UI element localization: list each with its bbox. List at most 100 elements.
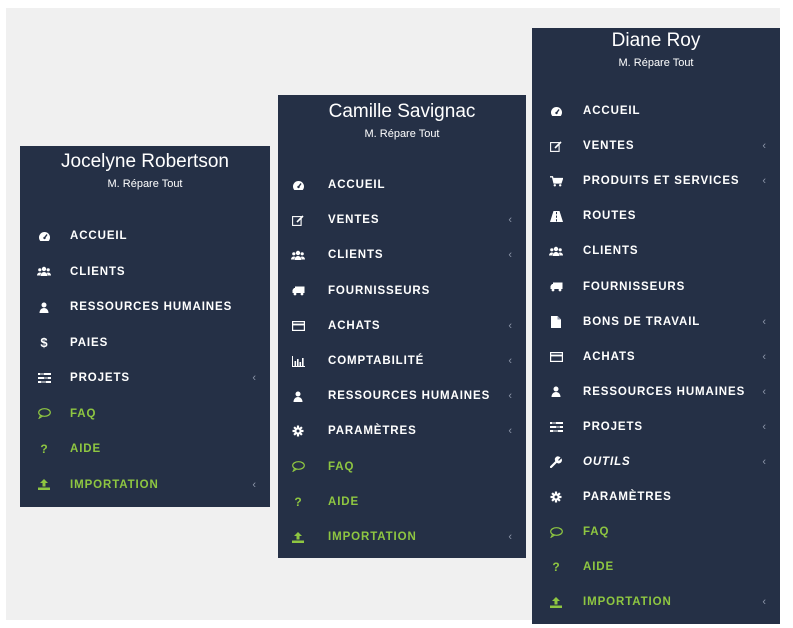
chevron-left-icon: ‹ <box>762 350 766 363</box>
sidebar-item-label: CLIENTS <box>70 265 126 278</box>
user-icon <box>290 389 306 403</box>
sidebar-item-label: FOURNISSEURS <box>583 280 686 293</box>
sidebar-item-ressources-humaines[interactable]: RESSOURCES HUMAINES ‹ <box>532 382 780 402</box>
sidebar-item-label: VENTES <box>583 140 635 153</box>
sidebar-item-label: FAQ <box>70 407 97 420</box>
sidebar-item-label: PROJETS <box>583 420 643 433</box>
sidebar-item-projets[interactable]: PROJETS ‹ <box>532 417 780 437</box>
sidebar-item-fournisseurs[interactable]: FOURNISSEURS <box>278 281 526 301</box>
sidebar-item-label: ROUTES <box>583 210 637 223</box>
tasks-icon <box>548 420 564 434</box>
user-name: Diane Roy <box>611 30 701 51</box>
sidebar-item-label: ACHATS <box>328 319 381 332</box>
gear-icon <box>290 424 306 438</box>
chevron-left-icon: ‹ <box>508 319 512 332</box>
sidebar-item-label: FAQ <box>328 460 355 473</box>
user-icon <box>36 300 52 314</box>
sidebar-item-fournisseurs[interactable]: FOURNISSEURS <box>532 277 780 297</box>
users-icon <box>36 265 52 279</box>
chevron-left-icon: ‹ <box>508 249 512 262</box>
sidebar-item-label: CLIENTS <box>583 245 639 258</box>
sidebar-item-ventes[interactable]: VENTES ‹ <box>278 210 526 230</box>
sidebar-item-clients[interactable]: CLIENTS ‹ <box>278 245 526 265</box>
question-icon: ? <box>552 560 560 575</box>
edit-icon <box>548 139 564 153</box>
question-icon: ? <box>40 442 48 456</box>
chevron-left-icon: ‹ <box>762 175 766 188</box>
comment-icon <box>36 407 52 421</box>
question-icon: ? <box>294 494 302 509</box>
sidebar-item-label: IMPORTATION <box>70 478 159 491</box>
credit-card-icon <box>290 319 306 333</box>
sidebar-item-ressources-humaines[interactable]: RESSOURCES HUMAINES <box>20 297 270 317</box>
sidebar-item-comptabilité[interactable]: COMPTABILITÉ ‹ <box>278 351 526 371</box>
sidebar-item-clients[interactable]: CLIENTS <box>532 241 780 261</box>
truck-icon <box>548 280 564 294</box>
sidebar-item-importation[interactable]: IMPORTATION ‹ <box>278 527 526 547</box>
sidebar-header: Camille Savignac M. Répare Tout <box>278 95 526 142</box>
tasks-icon <box>36 371 52 385</box>
sidebar-item-ventes[interactable]: VENTES ‹ <box>532 136 780 156</box>
file-icon <box>548 315 564 329</box>
sidebar-panel-1: Jocelyne Robertson M. Répare Tout ACCUEI… <box>20 146 270 507</box>
bar-chart-icon <box>290 354 306 368</box>
comment-icon <box>290 460 306 474</box>
sidebar-item-label: ACCUEIL <box>70 230 128 242</box>
road-icon <box>548 209 564 223</box>
sidebar-item-label: RESSOURCES HUMAINES <box>70 301 233 313</box>
sidebar-item-faq[interactable]: FAQ <box>278 457 526 477</box>
company-name: M. Répare Tout <box>107 178 183 190</box>
sidebar-item-accueil[interactable]: ACCUEIL <box>532 101 780 121</box>
sidebar-item-label: PRODUITS ET SERVICES <box>583 175 740 188</box>
sidebar-item-bons-de-travail[interactable]: BONS DE TRAVAIL ‹ <box>532 312 780 332</box>
sidebar-item-routes[interactable]: ROUTES <box>532 206 780 226</box>
sidebar-item-accueil[interactable]: ACCUEIL <box>278 175 526 195</box>
chevron-left-icon: ‹ <box>762 420 766 433</box>
sidebar-item-label: PARAMÈTRES <box>328 425 417 438</box>
sidebar-item-paramètres[interactable]: PARAMÈTRES ‹ <box>278 421 526 441</box>
cart-icon <box>548 174 564 188</box>
chevron-left-icon: ‹ <box>762 596 766 609</box>
sidebar-item-achats[interactable]: ACHATS ‹ <box>532 347 780 367</box>
sidebar-item-label: FOURNISSEURS <box>328 284 431 297</box>
sidebar-item-importation[interactable]: IMPORTATION ‹ <box>532 592 780 612</box>
sidebar-item-label: FAQ <box>583 526 610 539</box>
sidebar-item-faq[interactable]: FAQ <box>20 404 270 424</box>
sidebar-item-paies[interactable]: $ PAIES <box>20 333 270 353</box>
dashboard-icon <box>36 229 52 243</box>
sidebar-item-importation[interactable]: IMPORTATION ‹ <box>20 475 270 495</box>
sidebar-item-label: PAIES <box>70 336 109 349</box>
sidebar-item-label: AIDE <box>70 443 102 455</box>
credit-card-icon <box>548 350 564 364</box>
sidebar-item-aide[interactable]: ? AIDE <box>278 492 526 512</box>
sidebar-item-label: VENTES <box>328 214 380 227</box>
dollar-icon: $ <box>40 335 48 350</box>
sidebar-item-outils[interactable]: OUTILS ‹ <box>532 452 780 472</box>
sidebar-item-aide[interactable]: ? AIDE <box>20 439 270 459</box>
user-name: Jocelyne Robertson <box>61 151 229 172</box>
sidebar-item-faq[interactable]: FAQ <box>532 522 780 542</box>
chevron-left-icon: ‹ <box>762 315 766 328</box>
sidebar-item-label: ACHATS <box>583 350 636 363</box>
edit-icon <box>290 213 306 227</box>
chevron-left-icon: ‹ <box>508 425 512 438</box>
company-name: M. Répare Tout <box>618 57 694 69</box>
sidebar-item-label: PROJETS <box>70 372 130 384</box>
sidebar-item-accueil[interactable]: ACCUEIL <box>20 226 270 246</box>
sidebar-item-ressources-humaines[interactable]: RESSOURCES HUMAINES ‹ <box>278 386 526 406</box>
sidebar-item-aide[interactable]: ? AIDE <box>532 557 780 577</box>
dashboard-icon <box>290 178 306 192</box>
sidebar-item-paramètres[interactable]: PARAMÈTRES <box>532 487 780 507</box>
chevron-left-icon: ‹ <box>762 456 766 468</box>
chevron-left-icon: ‹ <box>508 531 512 543</box>
sidebar-item-produits-et-services[interactable]: PRODUITS ET SERVICES ‹ <box>532 171 780 191</box>
sidebar-item-clients[interactable]: CLIENTS <box>20 262 270 282</box>
chevron-left-icon: ‹ <box>762 140 766 153</box>
sidebar-item-projets[interactable]: PROJETS ‹ <box>20 368 270 388</box>
gear-icon <box>548 490 564 504</box>
chevron-left-icon: ‹ <box>252 372 256 384</box>
sidebar-item-label: IMPORTATION <box>583 596 672 609</box>
comment-icon <box>548 525 564 539</box>
users-icon <box>548 244 564 258</box>
sidebar-item-achats[interactable]: ACHATS ‹ <box>278 316 526 336</box>
